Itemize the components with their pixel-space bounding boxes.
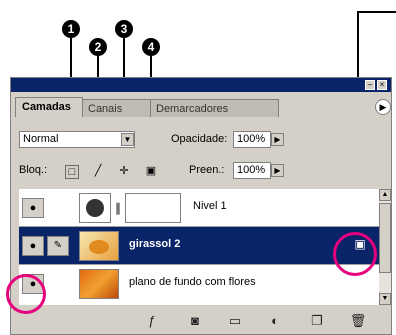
scroll-down-button[interactable]: ▼ [379, 293, 391, 305]
layer-mask-thumbnail [125, 193, 181, 223]
layer-thumbnail [79, 269, 119, 299]
opacity-field[interactable]: 100% [233, 131, 271, 148]
new-layer-icon[interactable]: ❐ [308, 312, 326, 330]
highlight-circle-lock [333, 232, 377, 276]
brush-icon[interactable] [47, 274, 69, 294]
panel-footer: ƒ ◙ ▭ ◐ ❐ 🗑 [11, 308, 391, 334]
minimize-icon[interactable]: – [365, 80, 375, 90]
layer-row[interactable]: ● plano de fundo com flores [19, 265, 379, 303]
tab-camadas[interactable]: Camadas [15, 97, 83, 117]
scroll-up-button[interactable]: ▲ [379, 189, 391, 201]
opacity-label: Opacidade: [171, 133, 228, 145]
layers-list: ● ∥ Nivel 1 ● ✎ girassol 2 ▣ ● plano de … [19, 189, 379, 305]
layer-name[interactable]: plano de fundo com flores [129, 276, 256, 288]
callout-marker-2: 2 [89, 38, 107, 56]
panel-titlebar[interactable]: – × [11, 78, 391, 92]
layer-name[interactable]: Nivel 1 [193, 200, 227, 212]
layers-panel: – × Demarcadores Canais Camadas ▶ Normal… [10, 77, 392, 335]
callout-marker-3: 3 [115, 20, 133, 38]
tab-demarcadores[interactable]: Demarcadores [149, 99, 279, 117]
eye-icon[interactable]: ● [22, 236, 44, 256]
layer-thumbnail [79, 231, 119, 261]
tab-canais[interactable]: Canais [81, 99, 151, 117]
layer-name[interactable]: girassol 2 [129, 238, 180, 250]
lock-label: Bloq.: [19, 164, 48, 176]
eye-icon[interactable]: ● [22, 198, 44, 218]
adjustment-layer-icon[interactable]: ◐ [266, 312, 284, 330]
sunflower-image [89, 240, 109, 254]
scroll-thumb[interactable] [379, 203, 391, 273]
layer-row-selected[interactable]: ● ✎ girassol 2 ▣ [19, 227, 379, 265]
close-icon[interactable]: × [377, 80, 387, 90]
add-mask-icon[interactable]: ◙ [186, 312, 204, 330]
layers-scrollbar[interactable]: ▲ ▼ [379, 189, 391, 305]
blend-mode-select[interactable]: Normal [19, 131, 135, 148]
brush-icon[interactable]: ✎ [47, 236, 69, 256]
padlock-icon[interactable]: ▣ [145, 165, 157, 177]
brush-icon[interactable] [47, 198, 69, 218]
mask-icon [86, 199, 104, 217]
arrow-menu-icon[interactable]: ▶ [375, 99, 391, 115]
fill-label: Preen.: [189, 164, 225, 176]
callout-line-right-horizontal [357, 11, 396, 13]
opacity-slider-button[interactable]: ▶ [271, 133, 284, 146]
layer-style-icon[interactable]: ƒ [143, 312, 161, 330]
fill-field[interactable]: 100% [233, 162, 271, 179]
panel-tabs: Demarcadores Canais Camadas [15, 97, 385, 117]
layer-row[interactable]: ● ∥ Nivel 1 [19, 189, 379, 227]
transparency-lock-icon[interactable]: □ [65, 165, 79, 179]
new-set-icon[interactable]: ▭ [226, 312, 244, 330]
move-lock-icon[interactable]: ✛ [118, 165, 130, 177]
layer-thumbnail [79, 193, 111, 223]
pixel-lock-icon[interactable]: ╱ [92, 165, 104, 177]
trash-icon[interactable]: 🗑 [349, 312, 367, 330]
fill-slider-button[interactable]: ▶ [271, 164, 284, 177]
chain-link-icon: ∥ [115, 201, 121, 215]
chevron-down-icon[interactable]: ▼ [121, 133, 134, 146]
highlight-circle-visibility [6, 274, 46, 314]
callout-marker-1: 1 [62, 20, 80, 38]
callout-marker-4: 4 [142, 38, 160, 56]
